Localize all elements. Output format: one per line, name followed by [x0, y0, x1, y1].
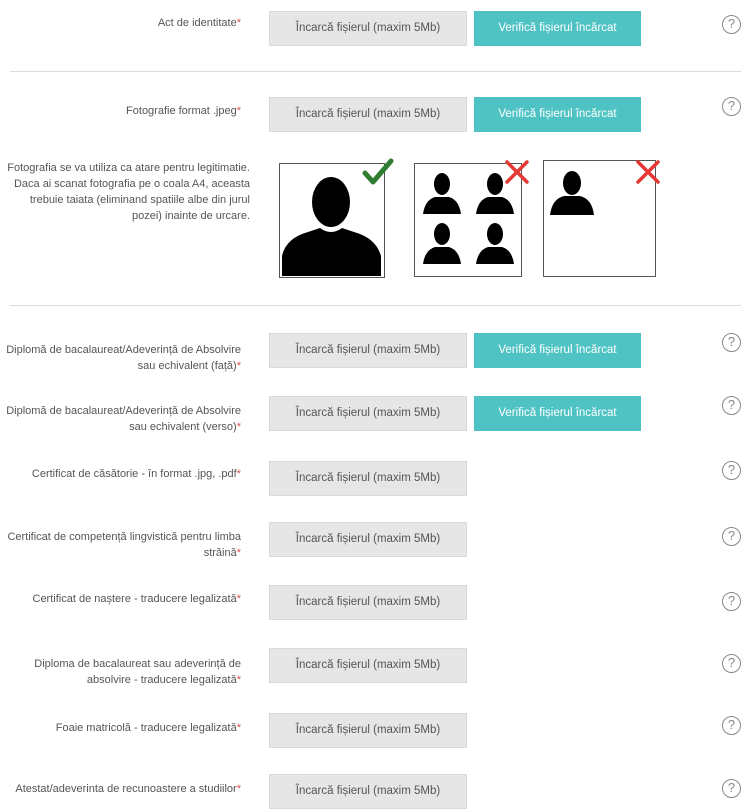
- help-icon[interactable]: ?: [722, 654, 741, 673]
- section-divider: [10, 71, 741, 72]
- upload-button[interactable]: Încarcă fișierul (maxim 5Mb): [269, 774, 467, 809]
- photo-instructions: Fotografia se va utiliza ca atare pentru…: [7, 162, 250, 222]
- field-label: Certificat de naștere - traducere legali…: [32, 593, 242, 605]
- upload-button[interactable]: Încarcă fișierul (maxim 5Mb): [269, 461, 467, 496]
- cross-icon: [636, 160, 660, 184]
- upload-button[interactable]: Încarcă fișierul (maxim 5Mb): [269, 396, 467, 431]
- required-marker: *: [236, 547, 241, 559]
- required-marker: *: [236, 17, 241, 29]
- help-icon[interactable]: ?: [722, 97, 741, 116]
- field-label: Diplomă de bacalaureat/Adeverință de Abs…: [6, 344, 241, 372]
- help-icon[interactable]: ?: [722, 527, 741, 546]
- required-marker: *: [236, 783, 241, 795]
- help-icon[interactable]: ?: [722, 779, 741, 798]
- upload-button[interactable]: Încarcă fișierul (maxim 5Mb): [269, 585, 467, 620]
- verify-button[interactable]: Verifică fișierul încărcat: [474, 333, 641, 368]
- help-icon[interactable]: ?: [722, 592, 741, 611]
- help-icon[interactable]: ?: [722, 461, 741, 480]
- required-marker: *: [236, 105, 241, 117]
- verify-button[interactable]: Verifică fișierul încărcat: [474, 396, 641, 431]
- upload-button[interactable]: Încarcă fișierul (maxim 5Mb): [269, 333, 467, 368]
- required-marker: *: [236, 674, 241, 686]
- upload-button[interactable]: Încarcă fișierul (maxim 5Mb): [269, 522, 467, 557]
- field-label: Act de identitate*: [157, 17, 241, 29]
- field-label: Certificat de competență lingvistică pen…: [7, 531, 241, 559]
- field-label: Diploma de bacalaureat sau adeverință de…: [34, 658, 241, 686]
- upload-button[interactable]: Încarcă fișierul (maxim 5Mb): [269, 648, 467, 683]
- checkmark-icon: [362, 158, 394, 185]
- required-marker: *: [236, 360, 241, 372]
- field-label: Foaie matricolă - traducere legalizată*: [55, 722, 241, 734]
- field-label: Certificat de căsătorie - în format .jpg…: [31, 468, 241, 480]
- help-icon[interactable]: ?: [722, 396, 741, 415]
- help-icon[interactable]: ?: [722, 333, 741, 352]
- verify-button[interactable]: Verifică fișierul încărcat: [474, 97, 641, 132]
- upload-button[interactable]: Încarcă fișierul (maxim 5Mb): [269, 11, 467, 46]
- field-label: Atestat/adeverinta de recunoastere a stu…: [15, 783, 241, 795]
- required-marker: *: [236, 722, 241, 734]
- upload-button[interactable]: Încarcă fișierul (maxim 5Mb): [269, 713, 467, 748]
- required-marker: *: [236, 593, 241, 605]
- upload-button[interactable]: Încarcă fișierul (maxim 5Mb): [269, 97, 467, 132]
- required-marker: *: [236, 421, 241, 433]
- verify-button[interactable]: Verifică fișierul încărcat: [474, 11, 641, 46]
- field-label: Fotografie format .jpeg*: [126, 105, 241, 117]
- field-label: Diplomă de bacalaureat/Adeverință de Abs…: [6, 405, 241, 433]
- required-marker: *: [236, 468, 241, 480]
- help-icon[interactable]: ?: [722, 716, 741, 735]
- help-icon[interactable]: ?: [722, 15, 741, 34]
- cross-icon: [505, 160, 529, 184]
- section-divider: [10, 305, 741, 306]
